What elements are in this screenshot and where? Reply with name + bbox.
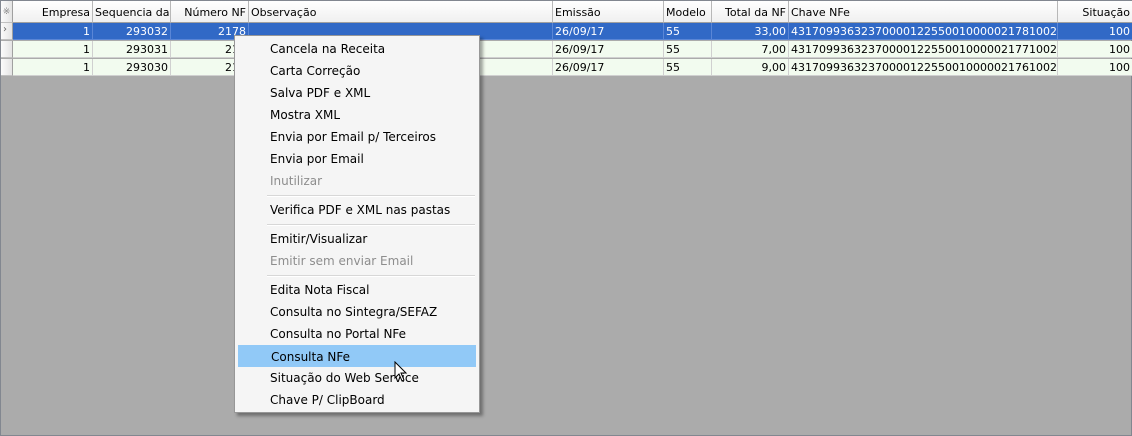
cell-modelo[interactable]: 55 xyxy=(664,23,712,40)
header-corner[interactable]: ※ xyxy=(1,1,13,23)
row-indicator[interactable] xyxy=(1,41,13,58)
cell-modelo[interactable]: 55 xyxy=(664,41,712,58)
grid-header: ※ Empresa Sequencia da N Número NF Obser… xyxy=(1,1,1132,23)
cell-situacao[interactable]: 100 xyxy=(1058,59,1132,76)
column-header-chave[interactable]: Chave NFe xyxy=(789,1,1058,23)
cell-chave[interactable]: 4317099363237000012255001000002176100293… xyxy=(789,59,1058,76)
cell-emissao[interactable]: 26/09/17 xyxy=(553,59,664,76)
menu-separator xyxy=(267,275,475,277)
menu-item-mostra-xml[interactable]: Mostra XML xyxy=(238,104,476,126)
menu-item-situacao-web-service[interactable]: Situação do Web Service xyxy=(238,367,476,389)
cell-sequencia[interactable]: 293030 xyxy=(93,59,171,76)
cell-empresa[interactable]: 1 xyxy=(13,23,93,40)
context-menu: Cancela na Receita Carta Correção Salva … xyxy=(234,35,480,413)
cell-situacao[interactable]: 100 xyxy=(1058,23,1132,40)
row-pointer-icon: › xyxy=(3,24,7,35)
cell-empresa[interactable]: 1 xyxy=(13,59,93,76)
menu-separator xyxy=(267,224,475,226)
menu-item-verifica-pdf-xml[interactable]: Verifica PDF e XML nas pastas xyxy=(238,199,476,221)
menu-item-emitir-visualizar[interactable]: Emitir/Visualizar xyxy=(238,228,476,250)
cell-emissao[interactable]: 26/09/17 xyxy=(553,41,664,58)
cell-emissao[interactable]: 26/09/17 xyxy=(553,23,664,40)
cell-chave[interactable]: 4317099363237000012255001000002177100293… xyxy=(789,41,1058,58)
column-header-sequencia[interactable]: Sequencia da N xyxy=(93,1,171,23)
cell-sequencia[interactable]: 293031 xyxy=(93,41,171,58)
menu-item-envia-email[interactable]: Envia por Email xyxy=(238,148,476,170)
cell-chave[interactable]: 4317099363237000012255001000002178100293… xyxy=(789,23,1058,40)
column-header-numero-nf[interactable]: Número NF xyxy=(171,1,249,23)
row-indicator[interactable] xyxy=(1,59,13,76)
menu-item-chave-clipboard[interactable]: Chave P/ ClipBoard xyxy=(238,389,476,411)
cell-total[interactable]: 33,00 xyxy=(712,23,789,40)
column-header-modelo[interactable]: Modelo xyxy=(664,1,712,23)
cell-sequencia[interactable]: 293032 xyxy=(93,23,171,40)
row-indicator[interactable]: › xyxy=(1,23,13,40)
column-header-observacao[interactable]: Observação xyxy=(249,1,553,23)
menu-item-salva-pdf-xml[interactable]: Salva PDF e XML xyxy=(238,82,476,104)
cell-total[interactable]: 9,00 xyxy=(712,59,789,76)
column-header-situacao[interactable]: Situação xyxy=(1058,1,1132,23)
column-header-total[interactable]: Total da NF xyxy=(712,1,789,23)
cell-total[interactable]: 7,00 xyxy=(712,41,789,58)
column-header-emissao[interactable]: Emissão xyxy=(553,1,664,23)
menu-item-carta-correcao[interactable]: Carta Correção xyxy=(238,60,476,82)
mouse-pointer-icon xyxy=(394,361,408,382)
menu-item-envia-email-terceiros[interactable]: Envia por Email p/ Terceiros xyxy=(238,126,476,148)
menu-item-emitir-sem-email: Emitir sem enviar Email xyxy=(270,254,414,268)
table-row[interactable]: 1 293031 217 26/09/17 55 7,00 4317099363… xyxy=(1,41,1132,59)
table-row[interactable]: 1 293030 217 26/09/17 55 9,00 4317099363… xyxy=(1,59,1132,77)
menu-item-consulta-sintegra[interactable]: Consulta no Sintegra/SEFAZ xyxy=(238,301,476,323)
menu-item-consulta-portal-nfe[interactable]: Consulta no Portal NFe xyxy=(238,323,476,345)
grid-background: ※ Empresa Sequencia da N Número NF Obser… xyxy=(0,0,1132,436)
menu-separator xyxy=(267,195,475,197)
menu-item-edita-nota-fiscal[interactable]: Edita Nota Fiscal xyxy=(238,279,476,301)
cell-empresa[interactable]: 1 xyxy=(13,41,93,58)
menu-item-cancela-receita[interactable]: Cancela na Receita xyxy=(238,38,476,60)
menu-item-consulta-nfe[interactable]: Consulta NFe xyxy=(238,345,476,367)
column-header-empresa[interactable]: Empresa xyxy=(13,1,93,23)
table-row[interactable]: › 1 293032 2178 26/09/17 55 33,00 431709… xyxy=(1,23,1132,41)
menu-item-inutilizar: Inutilizar xyxy=(270,174,323,188)
cell-modelo[interactable]: 55 xyxy=(664,59,712,76)
cell-situacao[interactable]: 100 xyxy=(1058,41,1132,58)
